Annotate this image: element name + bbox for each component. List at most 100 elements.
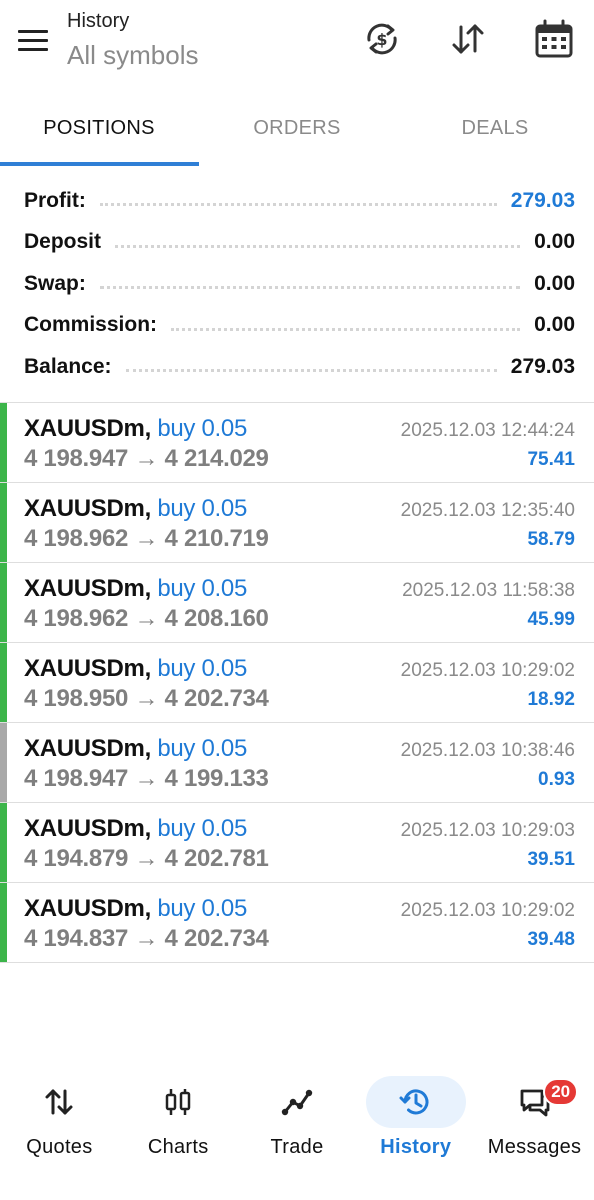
nav-trade[interactable]: Trade [238,1068,357,1168]
deal-time: 2025.12.03 10:38:46 [400,740,575,761]
status-bar [0,803,7,882]
tab-positions[interactable]: POSITIONS [0,100,198,166]
deal-profit: 75.41 [527,449,575,470]
deal-time: 2025.12.03 10:29:03 [400,820,575,841]
summary-row-balance: Balance: 279.03 [0,346,594,388]
close-price: 4 202.734 [164,685,269,712]
dotted-leader [125,369,497,373]
open-price: 4 198.962 [24,605,129,632]
trade-side: buy 0.05 [157,815,248,842]
dotted-leader [115,244,521,248]
dotted-leader [171,327,521,331]
currency-sync-icon[interactable]: $ [361,18,403,60]
status-bar [0,883,7,962]
summary-row-swap: Swap: 0.00 [0,263,594,305]
unread-badge: 20 [543,1078,579,1106]
svg-text:$: $ [376,30,387,49]
history-icon [399,1089,429,1115]
summary-value: 0.00 [534,271,575,295]
summary-value: 0.00 [534,313,575,337]
position-row[interactable]: XAUUSDm, buy 0.05 4 198.947 → 4 199.133 … [0,723,594,803]
position-row[interactable]: XAUUSDm, buy 0.05 4 194.879 → 4 202.781 … [0,803,594,883]
trade-side: buy 0.05 [157,895,248,922]
arrow-right-icon: → [134,925,159,952]
deal-time: 2025.12.03 11:58:38 [402,580,575,601]
deal-profit: 39.48 [527,929,575,950]
nav-label: Trade [270,1136,324,1158]
symbol-name: XAUUSDm, [24,415,151,442]
nav-label: Messages [487,1136,582,1158]
trade-side: buy 0.05 [157,415,248,442]
deal-profit: 39.51 [527,849,575,870]
nav-history[interactable]: History [356,1068,475,1168]
dotted-leader [99,286,521,290]
open-price: 4 198.962 [24,525,129,552]
position-row[interactable]: XAUUSDm, buy 0.05 4 198.962 → 4 208.160 … [0,563,594,643]
trade-side: buy 0.05 [157,575,248,602]
charts-icon [165,1089,191,1115]
quotes-icon [45,1089,73,1115]
summary-value: 0.00 [534,230,575,254]
status-bar [0,403,7,482]
page-title: History [67,10,130,32]
menu-icon[interactable] [14,24,52,58]
close-price: 4 202.781 [164,845,269,872]
summary-label: Balance: [24,354,112,378]
trade-icon [281,1089,313,1116]
status-bar [0,643,7,722]
arrow-right-icon: → [134,605,159,632]
bottom-navigation: Quotes Charts Trade History 20 Messages [0,1068,594,1168]
close-price: 4 202.734 [164,925,269,952]
trade-side: buy 0.05 [157,655,248,682]
arrow-right-icon: → [134,845,159,872]
summary-row-commission: Commission: 0.00 [0,305,594,347]
history-tabs: POSITIONS ORDERS DEALS [0,100,594,166]
position-row[interactable]: XAUUSDm, buy 0.05 4 194.837 → 4 202.734 … [0,883,594,963]
nav-label: Quotes [26,1136,93,1158]
arrow-right-icon: → [134,685,159,712]
deal-time: 2025.12.03 12:44:24 [400,420,575,441]
deal-profit: 45.99 [527,609,575,630]
open-price: 4 194.879 [24,845,129,872]
deal-profit: 58.79 [527,529,575,550]
status-bar [0,723,7,802]
tab-deals[interactable]: DEALS [396,100,594,166]
deal-profit: 0.93 [538,769,575,790]
nav-charts[interactable]: Charts [119,1068,238,1168]
arrow-right-icon: → [134,765,159,792]
position-row[interactable]: XAUUSDm, buy 0.05 4 198.947 → 4 214.029 … [0,403,594,483]
summary-value: 279.03 [510,188,575,212]
sort-icon[interactable] [447,18,489,60]
summary-label: Swap: [24,271,86,295]
close-price: 4 199.133 [164,765,269,792]
trade-side: buy 0.05 [157,495,248,522]
nav-label: History [380,1136,452,1158]
close-price: 4 214.029 [164,445,269,472]
summary-label: Commission: [24,313,158,337]
position-row[interactable]: XAUUSDm, buy 0.05 4 198.950 → 4 202.734 … [0,643,594,723]
nav-label: Charts [147,1136,209,1158]
status-bar [0,483,7,562]
nav-messages[interactable]: 20 Messages [475,1068,594,1168]
app-header: History All symbols $ [0,0,594,96]
nav-quotes[interactable]: Quotes [0,1068,119,1168]
summary-label: Deposit [24,230,102,254]
dotted-leader [99,203,497,207]
symbol-name: XAUUSDm, [24,895,151,922]
symbol-name: XAUUSDm, [24,495,151,522]
tab-orders[interactable]: ORDERS [198,100,396,166]
summary-panel: Profit: 279.03 Deposit 0.00 Swap: 0.00 C… [0,180,594,388]
position-row[interactable]: XAUUSDm, buy 0.05 4 198.962 → 4 210.719 … [0,483,594,563]
open-price: 4 194.837 [24,925,129,952]
deal-time: 2025.12.03 10:29:02 [400,900,575,921]
summary-value: 279.03 [510,354,575,378]
calendar-icon[interactable] [533,18,575,60]
deal-profit: 18.92 [527,689,575,710]
arrow-right-icon: → [134,525,159,552]
summary-label: Profit: [24,188,86,212]
open-price: 4 198.947 [24,765,129,792]
symbol-filter[interactable]: All symbols [67,40,198,71]
positions-list: XAUUSDm, buy 0.05 4 198.947 → 4 214.029 … [0,402,594,963]
symbol-name: XAUUSDm, [24,735,151,762]
deal-time: 2025.12.03 10:29:02 [400,660,575,681]
